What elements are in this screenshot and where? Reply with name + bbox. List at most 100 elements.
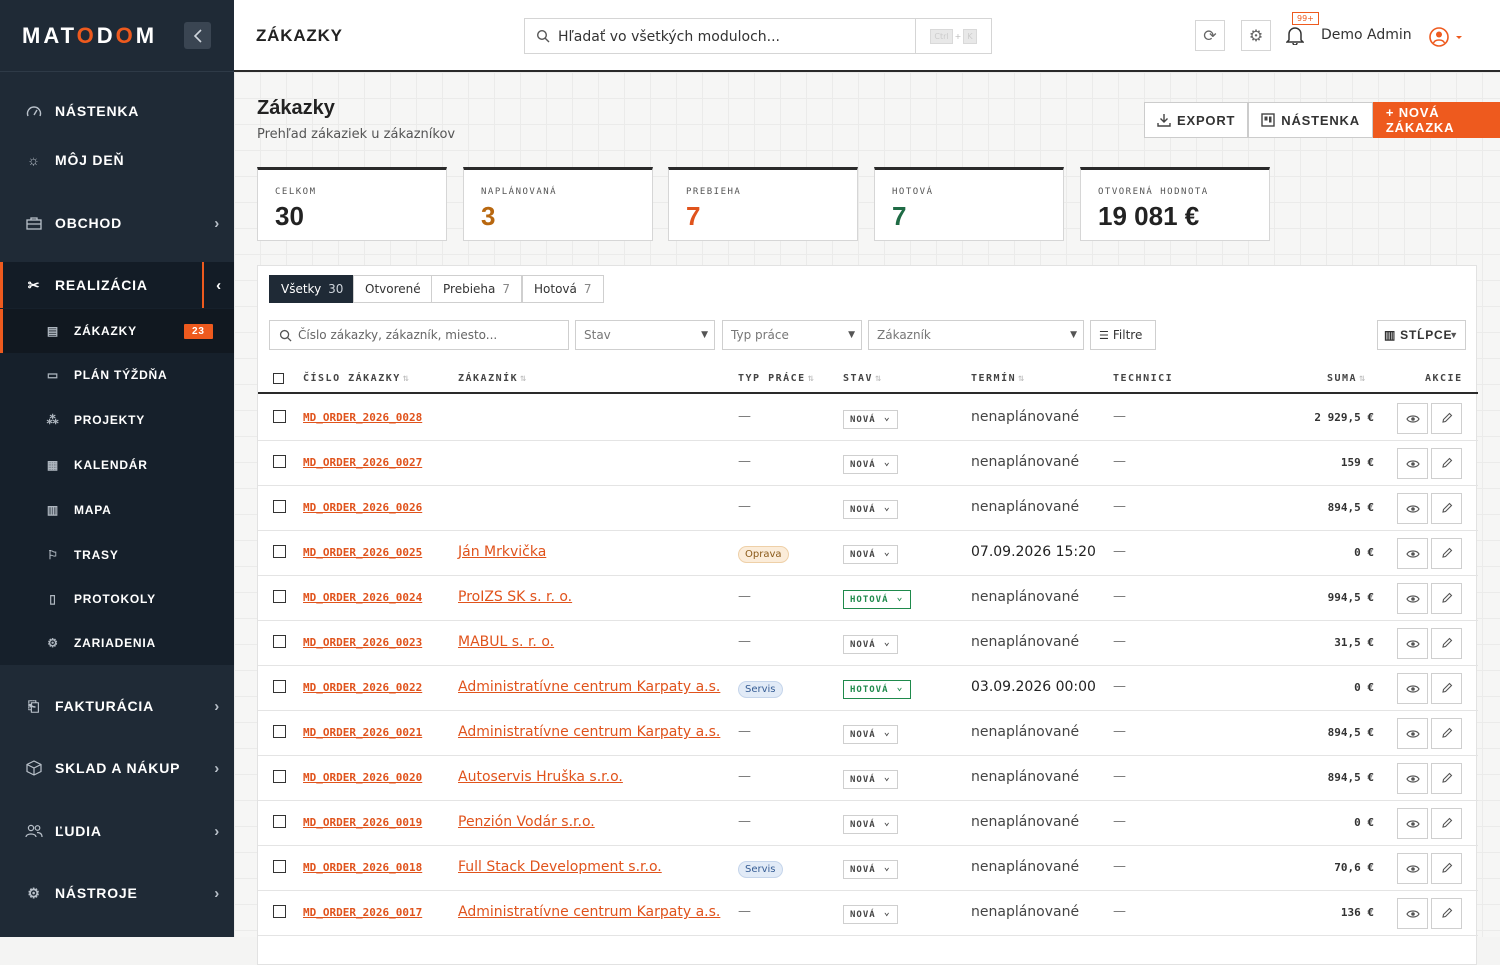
edit-button[interactable]: [1431, 448, 1462, 479]
sidebar-subitem-zakazky[interactable]: ▤ ZÁKAZKY 23: [0, 309, 234, 353]
order-number-link[interactable]: MD_ORDER_2026_0027: [303, 456, 422, 469]
view-button[interactable]: [1397, 853, 1428, 884]
row-checkbox[interactable]: [273, 905, 286, 918]
view-button[interactable]: [1397, 718, 1428, 749]
sidebar-item-obchod[interactable]: OBCHOD ›: [0, 200, 234, 246]
col-zakaznik[interactable]: ZÁKAZNÍK ⇅: [458, 373, 528, 384]
sidebar-item-fakturacia[interactable]: ⎗ FAKTURÁCIA ›: [0, 683, 234, 729]
status-dropdown[interactable]: NOVÁ ⌄: [843, 545, 898, 564]
global-search[interactable]: Ctrl + K: [524, 18, 992, 54]
view-button[interactable]: [1397, 628, 1428, 659]
user-menu[interactable]: [1429, 26, 1465, 52]
edit-button[interactable]: [1431, 898, 1462, 929]
row-checkbox[interactable]: [273, 455, 286, 468]
edit-button[interactable]: [1431, 673, 1462, 704]
sidebar-subitem-zariadenia[interactable]: ⚙ ZARIADENIA: [0, 621, 234, 665]
view-button[interactable]: [1397, 673, 1428, 704]
customer-link[interactable]: Administratívne centrum Karpaty a.s.: [458, 679, 720, 695]
order-number-link[interactable]: MD_ORDER_2026_0019: [303, 816, 422, 829]
sidebar-subitem-protokoly[interactable]: ▯ PROTOKOLY: [0, 577, 234, 621]
order-number-link[interactable]: MD_ORDER_2026_0024: [303, 591, 422, 604]
row-checkbox[interactable]: [273, 410, 286, 423]
view-button[interactable]: [1397, 763, 1428, 794]
order-number-link[interactable]: MD_ORDER_2026_0018: [303, 861, 422, 874]
sidebar-item-realizacia[interactable]: ✂ REALIZÁCIA ‹: [0, 262, 234, 308]
edit-button[interactable]: [1431, 808, 1462, 839]
customer-filter-select[interactable]: Zákazník ▼: [868, 320, 1084, 350]
customer-link[interactable]: Administratívne centrum Karpaty a.s.: [458, 724, 720, 740]
status-dropdown[interactable]: NOVÁ ⌄: [843, 455, 898, 474]
col-stav[interactable]: STAV ⇅: [843, 373, 883, 384]
customer-link[interactable]: Full Stack Development s.r.o.: [458, 859, 662, 875]
row-checkbox[interactable]: [273, 860, 286, 873]
order-number-link[interactable]: MD_ORDER_2026_0023: [303, 636, 422, 649]
status-dropdown[interactable]: NOVÁ ⌄: [843, 410, 898, 429]
view-button[interactable]: [1397, 583, 1428, 614]
col-cislo[interactable]: ČÍSLO ZÁKAZKY ⇅: [303, 373, 410, 384]
view-button[interactable]: [1397, 898, 1428, 929]
edit-button[interactable]: [1431, 853, 1462, 884]
tab-otvorené[interactable]: Otvorené: [353, 275, 433, 303]
row-checkbox[interactable]: [273, 680, 286, 693]
columns-button[interactable]: ▥ STĹPCE ▼: [1377, 320, 1466, 350]
view-button[interactable]: [1397, 538, 1428, 569]
sidebar-item-ludia[interactable]: ĽUDIA ›: [0, 808, 234, 854]
orders-search[interactable]: Číslo zákazky, zákazník, miesto...: [269, 320, 569, 350]
export-button[interactable]: EXPORT: [1144, 102, 1249, 138]
status-dropdown[interactable]: NOVÁ ⌄: [843, 815, 898, 834]
order-number-link[interactable]: MD_ORDER_2026_0017: [303, 906, 422, 919]
row-checkbox[interactable]: [273, 725, 286, 738]
row-checkbox[interactable]: [273, 500, 286, 513]
status-dropdown[interactable]: NOVÁ ⌄: [843, 860, 898, 879]
edit-button[interactable]: [1431, 718, 1462, 749]
new-order-button[interactable]: + NOVÁ ZÁKAZKA: [1372, 102, 1500, 138]
chevron-left-icon[interactable]: ‹: [202, 262, 234, 308]
select-all-checkbox[interactable]: [273, 373, 284, 384]
status-dropdown[interactable]: HOTOVÁ ⌄: [843, 680, 911, 699]
tab-hotová[interactable]: Hotová 7: [522, 275, 604, 303]
row-checkbox[interactable]: [273, 635, 286, 648]
customer-link[interactable]: Penzión Vodár s.r.o.: [458, 814, 595, 830]
row-checkbox[interactable]: [273, 590, 286, 603]
edit-button[interactable]: [1431, 493, 1462, 524]
edit-button[interactable]: [1431, 538, 1462, 569]
sidebar-item-sklad[interactable]: SKLAD A NÁKUP ›: [0, 745, 234, 791]
row-checkbox[interactable]: [273, 545, 286, 558]
order-number-link[interactable]: MD_ORDER_2026_0020: [303, 771, 422, 784]
sidebar-collapse-button[interactable]: [184, 22, 211, 49]
row-checkbox[interactable]: [273, 770, 286, 783]
customer-link[interactable]: ProIZS SK s. r. o.: [458, 589, 572, 605]
col-typ[interactable]: TYP PRÁCE ⇅: [738, 373, 815, 384]
sidebar-subitem-projekty[interactable]: ⁂ PROJEKTY: [0, 398, 234, 442]
sidebar-subitem-mapa[interactable]: ▥ MAPA: [0, 488, 234, 532]
view-button[interactable]: [1397, 493, 1428, 524]
status-dropdown[interactable]: NOVÁ ⌄: [843, 770, 898, 789]
worktype-filter-select[interactable]: Typ práce ▼: [722, 320, 862, 350]
view-button[interactable]: [1397, 808, 1428, 839]
order-number-link[interactable]: MD_ORDER_2026_0022: [303, 681, 422, 694]
sidebar-subitem-kalendar[interactable]: ▦ KALENDÁR: [0, 443, 234, 487]
order-number-link[interactable]: MD_ORDER_2026_0025: [303, 546, 422, 559]
user-name[interactable]: Demo Admin: [1321, 27, 1412, 43]
col-termin[interactable]: TERMÍN ⇅: [971, 373, 1026, 384]
order-number-link[interactable]: MD_ORDER_2026_0021: [303, 726, 422, 739]
customer-link[interactable]: Autoservis Hruška s.r.o.: [458, 769, 623, 785]
view-button[interactable]: [1397, 448, 1428, 479]
sidebar-subitem-trasy[interactable]: ⚐ TRASY: [0, 533, 234, 577]
status-dropdown[interactable]: NOVÁ ⌄: [843, 635, 898, 654]
tab-všetky[interactable]: Všetky 30: [269, 275, 356, 303]
dashboard-button[interactable]: NÁSTENKA: [1248, 102, 1373, 138]
debug-button[interactable]: ⚙: [1241, 20, 1271, 51]
edit-button[interactable]: [1431, 628, 1462, 659]
order-number-link[interactable]: MD_ORDER_2026_0026: [303, 501, 422, 514]
global-search-input[interactable]: [558, 25, 918, 49]
customer-link[interactable]: Ján Mrkvička: [458, 544, 546, 560]
state-filter-select[interactable]: Stav ▼: [575, 320, 715, 350]
col-suma[interactable]: SUMA ⇅: [1327, 373, 1367, 384]
order-number-link[interactable]: MD_ORDER_2026_0028: [303, 411, 422, 424]
notifications-button[interactable]: [1285, 26, 1305, 49]
edit-button[interactable]: [1431, 763, 1462, 794]
filters-button[interactable]: ☰ Filtre: [1090, 320, 1156, 350]
row-checkbox[interactable]: [273, 815, 286, 828]
view-button[interactable]: [1397, 403, 1428, 434]
